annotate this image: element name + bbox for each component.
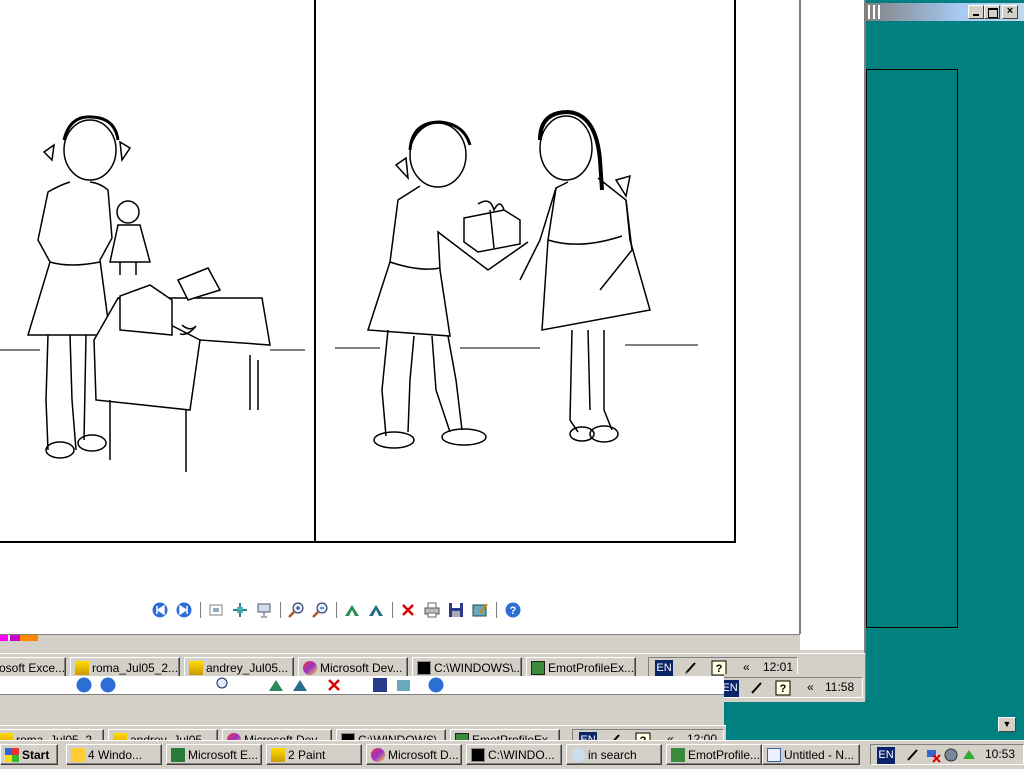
- taskbar-button-andrey[interactable]: andrey_Jul05...: [184, 657, 294, 678]
- excel-icon: [171, 748, 185, 762]
- start-button[interactable]: Start: [0, 744, 58, 765]
- toolbar-separator: [496, 602, 499, 618]
- color-swatch-strip: [0, 635, 38, 641]
- toolbar-separator: [280, 602, 283, 618]
- application-icon: [531, 661, 545, 675]
- taskbar-button-emotprofile[interactable]: EmotProfile...: [666, 744, 762, 765]
- zoom-out-icon[interactable]: [312, 602, 328, 618]
- rotate-clockwise-icon: [269, 680, 283, 691]
- actual-size-icon[interactable]: [232, 602, 248, 618]
- minimize-button[interactable]: [968, 5, 984, 19]
- viewer-toolbar: ?: [0, 600, 800, 622]
- taskbar-clip-2: EN ? « 11:58: [724, 674, 865, 702]
- taskbar-button-windows-explorer[interactable]: 4 Windo...: [66, 744, 162, 765]
- next-image-icon[interactable]: [176, 602, 192, 618]
- language-indicator[interactable]: EN: [724, 680, 739, 697]
- paint-icon: [189, 661, 203, 675]
- security-icon[interactable]: [961, 747, 977, 763]
- command-prompt-icon: [417, 661, 431, 675]
- zoom-in-icon: [216, 677, 228, 689]
- system-tray: EN 10:53: [870, 744, 1024, 765]
- folder-icon: [71, 748, 85, 762]
- background-window-scroll-down[interactable]: ▼: [998, 717, 1016, 732]
- paint-icon: [271, 748, 285, 762]
- svg-text:?: ?: [780, 683, 787, 695]
- taskbar-button-excel[interactable]: osoft Exce...: [0, 657, 66, 678]
- delete-icon[interactable]: [400, 602, 416, 618]
- background-window-titlebar[interactable]: ×: [864, 3, 1024, 21]
- search-icon: [571, 748, 585, 762]
- toolbar-separator: [200, 602, 203, 618]
- delete-icon: [328, 679, 340, 691]
- close-button[interactable]: ×: [1002, 5, 1018, 19]
- titlebar-grip: [868, 5, 882, 19]
- paint-icon: [75, 661, 89, 675]
- svg-text:?: ?: [510, 605, 517, 617]
- help-icon: [428, 677, 444, 693]
- toolbar-separator: [336, 602, 339, 618]
- help-icon[interactable]: ?: [505, 602, 521, 618]
- arrow-down-icon: ▼: [1002, 719, 1012, 729]
- maximize-icon: [988, 8, 998, 18]
- volume-icon[interactable]: [943, 747, 959, 763]
- tray-chevron[interactable]: «: [807, 677, 814, 698]
- main-taskbar: Start 4 Windo... Microsoft E... 2 Paint …: [0, 740, 1024, 769]
- previous-image-icon: [76, 677, 92, 693]
- rotate-counterclockwise-icon: [293, 680, 307, 691]
- taskbar-button-cmd[interactable]: C:\WINDOWS\...: [412, 657, 522, 678]
- slideshow-icon[interactable]: [256, 602, 272, 618]
- visual-studio-icon: [371, 748, 385, 762]
- best-fit-icon[interactable]: [208, 602, 224, 618]
- print-icon[interactable]: [424, 602, 440, 618]
- rotate-counterclockwise-icon[interactable]: [368, 602, 384, 618]
- taskbar-button-devenv[interactable]: Microsoft D...: [366, 744, 462, 765]
- network-icon[interactable]: [925, 747, 941, 763]
- open-editor-icon: [397, 680, 410, 691]
- background-window-panel: [866, 69, 958, 628]
- minimize-icon: [973, 14, 979, 16]
- image-viewer-window: ?: [0, 0, 801, 634]
- taskbar-button-notepad[interactable]: Untitled - N...: [762, 744, 860, 765]
- system-tray: EN ? « 11:58: [724, 677, 863, 698]
- help-tray-icon[interactable]: ?: [775, 680, 791, 696]
- illustration-image: [0, 0, 737, 544]
- save-icon[interactable]: [448, 602, 464, 618]
- save-icon: [373, 678, 387, 692]
- clock: 10:53: [985, 747, 1016, 761]
- taskbar-button-roma[interactable]: roma_Jul05_2...: [70, 657, 180, 678]
- pen-tool-icon[interactable]: [905, 747, 921, 763]
- status-strip: [0, 634, 800, 655]
- rotate-clockwise-icon[interactable]: [344, 602, 360, 618]
- pen-tool-icon[interactable]: [749, 680, 765, 696]
- taskbar-button-search[interactable]: in search: [566, 744, 662, 765]
- taskbar-button-paint[interactable]: 2 Paint: [266, 744, 362, 765]
- clock: 11:58: [825, 680, 855, 694]
- taskbar-button-cmd[interactable]: C:\WINDO...: [466, 744, 562, 765]
- taskbar-button-excel[interactable]: Microsoft E...: [166, 744, 262, 765]
- open-editor-icon[interactable]: [472, 602, 488, 618]
- language-indicator[interactable]: EN: [877, 747, 895, 764]
- command-prompt-icon: [471, 748, 485, 762]
- close-icon: ×: [1006, 5, 1014, 17]
- ghost-window-frame: [0, 694, 724, 727]
- maximize-button[interactable]: [984, 5, 1000, 19]
- ghost-toolbar-strip: [0, 676, 724, 694]
- taskbar-button-emotprofile[interactable]: EmotProfileEx...: [526, 657, 636, 678]
- pen-tool-icon[interactable]: [683, 660, 699, 676]
- visual-studio-icon: [303, 661, 317, 675]
- taskbar-button-devenv[interactable]: Microsoft Dev...: [298, 657, 408, 678]
- zoom-in-icon[interactable]: [288, 602, 304, 618]
- language-indicator[interactable]: EN: [655, 660, 673, 677]
- toolbar-separator: [392, 602, 395, 618]
- svg-text:?: ?: [716, 663, 723, 675]
- previous-image-icon[interactable]: [152, 602, 168, 618]
- application-icon: [671, 748, 685, 762]
- notepad-icon: [767, 748, 781, 762]
- windows-logo-icon: [5, 748, 19, 762]
- next-image-icon: [100, 677, 116, 693]
